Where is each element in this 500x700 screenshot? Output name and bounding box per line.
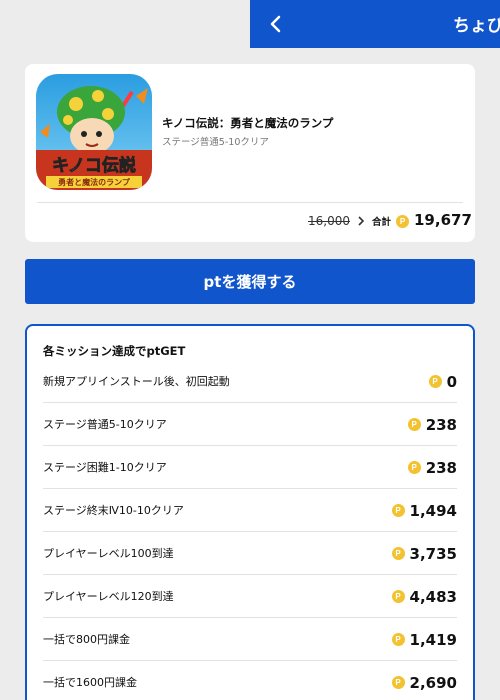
mission-label: ステージ困難1-10クリア [43, 461, 167, 474]
mission-reward: P 238 [407, 446, 457, 489]
mission-list: 各ミッション達成でptGET 新規アプリインストール後、初回起動 P 0 ステー… [25, 324, 475, 700]
header-bar: ちょび [250, 0, 500, 48]
point-coin-icon: P [428, 375, 442, 388]
total-label: 合計 [372, 217, 392, 228]
mission-reward: P 1,419 [391, 618, 457, 661]
mission-label: ステージ普通5-10クリア [43, 418, 167, 431]
app-subtitle: ステージ普通5-10クリア [162, 137, 269, 148]
svg-text:キノコ伝説: キノコ伝説 [52, 155, 136, 176]
mushroom-hero-icon: キノコ伝説 勇者と魔法のランプ [36, 74, 152, 190]
point-coin-icon: P [391, 633, 405, 646]
mission-row: プレイヤーレベル100到達 P 3,735 [43, 532, 457, 575]
mission-points: 0 [446, 372, 457, 391]
header-title: ちょび [453, 16, 500, 36]
mission-row: ステージ普通5-10クリア P 238 [43, 403, 457, 446]
point-coin-icon: P [391, 590, 405, 603]
point-coin-icon: P [391, 547, 405, 560]
mission-reward: P 2,690 [391, 661, 457, 700]
mission-points: 1,494 [409, 501, 457, 520]
mission-row: 一括で1600円課金 P 2,690 [43, 661, 457, 700]
total-points: 19,677 [414, 211, 472, 229]
mission-label: プレイヤーレベル100到達 [43, 547, 174, 560]
mission-row: 一括で800円課金 P 1,419 [43, 618, 457, 661]
mission-points: 1,419 [409, 630, 457, 649]
mission-points: 238 [425, 415, 457, 434]
old-price: 16,000 [308, 214, 350, 228]
mission-reward: P 4,483 [391, 575, 457, 618]
point-coin-icon: P [407, 418, 421, 431]
mission-label: 一括で800円課金 [43, 633, 130, 646]
app-icon[interactable]: キノコ伝説 勇者と魔法のランプ [36, 74, 152, 190]
svg-text:勇者と魔法のランプ: 勇者と魔法のランプ [58, 177, 131, 187]
mission-label: 一括で1600円課金 [43, 676, 137, 689]
point-coin-icon: P [396, 215, 409, 228]
mission-points: 2,690 [409, 673, 457, 692]
mission-reward: P 1,494 [391, 489, 457, 532]
app-card: キノコ伝説 勇者と魔法のランプ キノコ伝説：勇者と魔法のランプ ステージ普通5-… [25, 64, 475, 242]
mission-heading: 各ミッション達成でptGET [43, 344, 186, 358]
mission-reward: P 3,735 [391, 532, 457, 575]
point-coin-icon: P [391, 676, 405, 689]
mission-label: ステージ終末Ⅳ10-10クリア [43, 504, 184, 517]
back-button[interactable] [264, 12, 286, 36]
mission-row: ステージ困難1-10クリア P 238 [43, 446, 457, 489]
get-points-button[interactable]: ptを獲得する [25, 259, 475, 304]
mission-points: 238 [425, 458, 457, 477]
mission-reward: P 238 [407, 403, 457, 446]
chevron-right-icon [358, 216, 365, 226]
divider [37, 202, 463, 203]
mission-points: 3,735 [409, 544, 457, 563]
point-coin-icon: P [391, 504, 405, 517]
mission-label: 新規アプリインストール後、初回起動 [43, 375, 230, 388]
mission-row: ステージ終末Ⅳ10-10クリア P 1,494 [43, 489, 457, 532]
mission-row: プレイヤーレベル120到達 P 4,483 [43, 575, 457, 618]
mission-row: 新規アプリインストール後、初回起動 P 0 [43, 360, 457, 403]
mission-reward: P 0 [428, 360, 457, 403]
app-title: キノコ伝説：勇者と魔法のランプ [162, 116, 334, 130]
mission-points: 4,483 [409, 587, 457, 606]
chevron-left-icon [270, 15, 281, 33]
mission-label: プレイヤーレベル120到達 [43, 590, 174, 603]
point-coin-icon: P [407, 461, 421, 474]
